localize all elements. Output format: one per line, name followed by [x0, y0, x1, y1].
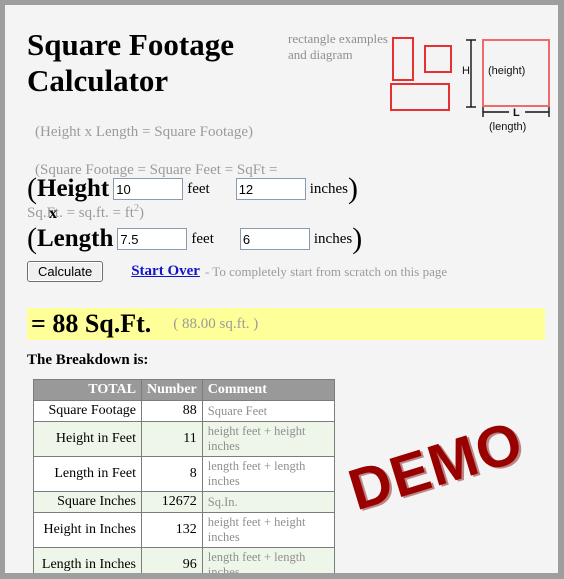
diagram-h-label: H: [462, 65, 470, 77]
calculate-button[interactable]: Calculate: [27, 261, 104, 282]
result-alternate-value: ( 88.00 sq.ft. ): [173, 315, 259, 332]
length-inches-unit-label: inches: [313, 230, 353, 247]
length-label: Length: [37, 225, 114, 252]
demo-watermark: DEMO: [341, 408, 531, 524]
row-number: 88: [141, 400, 203, 422]
breakdown-table-head: TOTAL Number Comment: [33, 379, 335, 401]
height-feet-input[interactable]: [113, 178, 184, 200]
row-label: Length in Inches: [33, 547, 142, 573]
row-label: Square Footage: [33, 400, 142, 422]
row-number: 96: [141, 547, 203, 573]
length-feet-input[interactable]: [117, 228, 188, 250]
row-comment: height feet + height inches: [201, 421, 335, 457]
page-title-line1: Square Footage: [27, 27, 234, 62]
row-label: Height in Feet: [33, 421, 142, 457]
diagram-area: rectangle examples and diagram H (height…: [288, 29, 553, 139]
column-header-total: TOTAL: [33, 379, 142, 401]
row-label: Height in Inches: [33, 512, 142, 548]
column-header-number: Number: [141, 379, 203, 401]
subtitle-line-1: (Height x Length = Square Footage): [35, 124, 253, 140]
result-square-footage: = 88 Sq.Ft.: [31, 309, 152, 338]
breakdown-table-body: Square Footage 88 Square Feet Height in …: [33, 400, 335, 573]
height-row: ( Height feet inches ): [27, 173, 427, 205]
row-number: 12672: [141, 491, 203, 513]
length-row: ( Length feet inches ): [27, 223, 427, 255]
height-close-paren: ): [348, 172, 359, 205]
start-over-link[interactable]: Start Over: [131, 263, 200, 280]
column-header-comment: Comment: [201, 379, 335, 401]
example-rectangle-wide: [390, 83, 450, 111]
result-banner: = 88 Sq.Ft. ( 88.00 sq.ft. ): [27, 308, 545, 340]
diagram-length-word: (length): [489, 121, 527, 133]
row-comment: Square Feet: [201, 400, 335, 422]
page-container: Square Footage Calculator (Height x Leng…: [5, 5, 558, 573]
table-row: Square Footage 88 Square Feet: [33, 400, 335, 422]
start-over-note: - To completely start from scratch on th…: [204, 263, 448, 279]
example-rectangle-tall: [392, 37, 414, 81]
row-comment: length feet + length inches: [201, 456, 335, 492]
row-number: 8: [141, 456, 203, 492]
height-inches-unit-label: inches: [309, 180, 349, 197]
table-row: Length in Inches 96 length feet + length…: [33, 547, 335, 573]
diagram-caption-line2: and diagram: [288, 47, 353, 62]
breakdown-table: TOTAL Number Comment Square Footage 88 S…: [33, 379, 335, 573]
table-row: Length in Feet 8 length feet + length in…: [33, 456, 335, 492]
height-label: Height: [37, 175, 110, 202]
calculator-form: ( Height feet inches ) x ( Length feet i…: [27, 173, 427, 255]
row-number: 11: [141, 421, 203, 457]
row-label: Square Inches: [33, 491, 142, 513]
page-title-line2: Calculator: [27, 63, 169, 98]
row-comment: length feet + length inches: [201, 547, 335, 573]
multiply-symbol: x: [49, 205, 57, 222]
height-open-paren: (: [27, 172, 37, 205]
example-rectangle-small: [424, 45, 452, 73]
row-label: Length in Feet: [33, 456, 142, 492]
diagram-caption-line1: rectangle examples: [288, 31, 388, 46]
length-inches-input[interactable]: [239, 228, 310, 250]
diagram-caption: rectangle examples and diagram: [288, 31, 393, 63]
action-row: Calculate Start Over - To completely sta…: [27, 261, 447, 282]
table-row: Height in Inches 132 height feet + heigh…: [33, 512, 335, 548]
table-header-row: TOTAL Number Comment: [33, 379, 335, 401]
height-inches-input[interactable]: [235, 178, 306, 200]
length-close-paren: ): [352, 222, 363, 255]
dimension-diagram: H (height) L (length): [461, 33, 553, 139]
table-row: Square Inches 12672 Sq.In.: [33, 491, 335, 513]
row-number: 132: [141, 512, 203, 548]
table-row: Height in Feet 11 height feet + height i…: [33, 421, 335, 457]
diagram-l-label: L: [513, 107, 520, 119]
length-open-paren: (: [27, 222, 37, 255]
row-comment: height feet + height inches: [201, 512, 335, 548]
breakdown-heading: The Breakdown is:: [27, 352, 149, 368]
height-feet-unit-label: feet: [187, 180, 210, 197]
diagram-height-word: (height): [488, 65, 526, 77]
length-feet-unit-label: feet: [191, 230, 214, 247]
row-comment: Sq.In.: [201, 491, 335, 513]
